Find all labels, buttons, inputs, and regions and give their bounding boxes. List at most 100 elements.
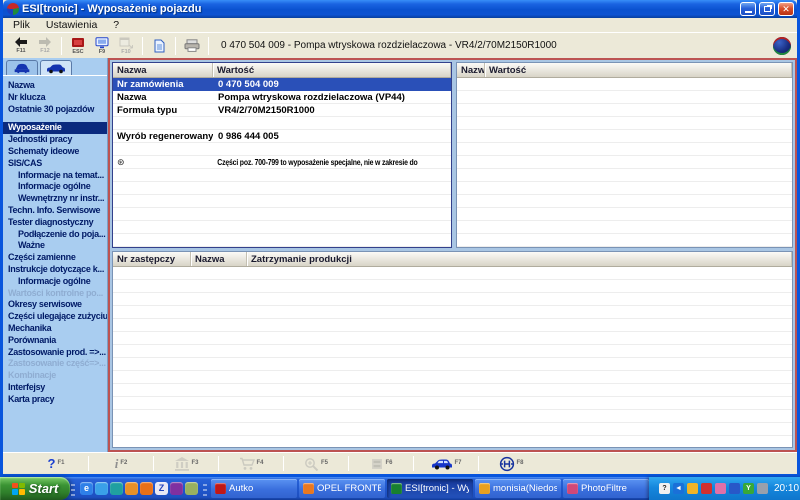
- forward-button[interactable]: F12: [33, 34, 57, 57]
- sidebar-item[interactable]: Zastosowanie część=>...: [3, 358, 107, 370]
- photo-editor-icon[interactable]: [185, 482, 198, 495]
- shopping-cart-button[interactable]: F4: [228, 454, 274, 473]
- taskbar-handle[interactable]: [71, 481, 75, 496]
- sidebar-item[interactable]: Karta pracy: [3, 394, 107, 406]
- sidebar-item[interactable]: Części zamienne: [3, 252, 107, 264]
- gadu-gadu-icon[interactable]: [687, 483, 698, 494]
- media-player-icon[interactable]: [170, 482, 183, 495]
- sidebar-item[interactable]: Nazwa: [3, 80, 107, 92]
- detach-window-button[interactable]: F10: [114, 34, 138, 57]
- column-header-nazwa[interactable]: Nazwa: [457, 63, 485, 77]
- menu-ustawienia[interactable]: Ustawienia: [38, 19, 105, 31]
- table-row[interactable]: [113, 143, 451, 156]
- help-icon: ?: [48, 457, 56, 470]
- escape-button[interactable]: ESC: [66, 34, 90, 57]
- antivirus-icon[interactable]: [701, 483, 712, 494]
- pink-app-icon[interactable]: [715, 483, 726, 494]
- vehicle-front-tab[interactable]: [6, 60, 38, 75]
- replacement-table-empty-rows: [113, 267, 792, 447]
- detach-window-icon: [119, 37, 133, 49]
- messenger-icon[interactable]: [95, 482, 108, 495]
- sidebar-item[interactable]: Kombinacje: [3, 370, 107, 382]
- nero-icon[interactable]: [110, 482, 123, 495]
- mail-icon: [479, 483, 490, 494]
- sidebar-item[interactable]: Nr klucza: [3, 92, 107, 104]
- sidebar-item[interactable]: Techn. Info. Serwisowe: [3, 205, 107, 217]
- replacement-table-header: Nr zastępczy Nazwa Zatrzymanie produkcji: [113, 252, 792, 267]
- sidebar-item[interactable]: Ostatnie 30 pojazdów: [3, 104, 107, 116]
- copy-document-button[interactable]: [147, 34, 171, 57]
- restore-button[interactable]: [759, 2, 775, 16]
- info-button[interactable]: i F2: [98, 454, 144, 473]
- table-row[interactable]: Wyrób regenerowany0 986 444 005: [113, 130, 451, 143]
- sidebar-item[interactable]: Tester diagnostyczny: [3, 217, 107, 229]
- bosch-button[interactable]: F8: [488, 454, 534, 473]
- sidebar-item[interactable]: Części ulegające zużyciu: [3, 311, 107, 323]
- table-row[interactable]: ⊛Części poz. 700-799 to wyposażenie spec…: [113, 156, 451, 169]
- sidebar-item[interactable]: Interfejsy: [3, 382, 107, 394]
- dealer-button[interactable]: F3: [163, 454, 209, 473]
- sidebar-item[interactable]: Jednostki pracy: [3, 134, 107, 146]
- sidebar-item[interactable]: SIS/CAS: [3, 158, 107, 170]
- sidebar-item[interactable]: Informacje ogólne: [3, 276, 107, 288]
- column-header-nazwa[interactable]: Nazwa: [191, 252, 247, 266]
- display-settings-icon[interactable]: [757, 483, 768, 494]
- taskbar-task[interactable]: PhotoFiltre: [563, 479, 649, 498]
- sidebar-item[interactable]: Instrukcje dotyczące k...: [3, 264, 107, 276]
- archive-button[interactable]: F6: [358, 454, 404, 473]
- close-button[interactable]: ✕: [778, 2, 794, 16]
- sidebar-item[interactable]: Informacje ogólne: [3, 181, 107, 193]
- windows-logo-icon: [12, 483, 25, 495]
- menu-plik[interactable]: Plik: [5, 19, 38, 31]
- taskbar-task[interactable]: OPEL FRONTERA ...: [299, 479, 385, 498]
- firefox-icon[interactable]: [140, 482, 153, 495]
- sidebar-item[interactable]: Schematy ideowe: [3, 146, 107, 158]
- back-button[interactable]: F11: [9, 34, 33, 57]
- sidebar-item[interactable]: Wyposażenie: [3, 122, 107, 134]
- vehicle-side-tab[interactable]: [40, 60, 72, 75]
- media-back-icon[interactable]: ◄: [673, 483, 684, 494]
- image-viewer-icon[interactable]: [125, 482, 138, 495]
- sidebar-item[interactable]: Wartości kontrolne po...: [3, 288, 107, 300]
- menu-help[interactable]: ?: [105, 19, 127, 31]
- sidebar-item[interactable]: Mechanika: [3, 323, 107, 335]
- sidebar-item[interactable]: Ważne: [3, 240, 107, 252]
- sidebar-item[interactable]: Informacje na temat...: [3, 170, 107, 182]
- table-row[interactable]: [113, 117, 451, 130]
- sidebar-item[interactable]: Porównania: [3, 335, 107, 347]
- taskbar-task[interactable]: Autko: [211, 479, 297, 498]
- taskbar-task[interactable]: ESI[tronic] - Wyp...: [387, 479, 473, 498]
- internet-explorer-icon[interactable]: e: [80, 482, 93, 495]
- sidebar-item[interactable]: Wewnętrzny nr instr...: [3, 193, 107, 205]
- print-button[interactable]: [180, 34, 204, 57]
- table-row[interactable]: Nr zamówienia0 470 504 009: [113, 78, 451, 91]
- column-header-wartosc[interactable]: Wartość: [485, 63, 792, 77]
- sidebar-item[interactable]: Podłączenie do poja...: [3, 229, 107, 241]
- start-button[interactable]: Start: [0, 477, 70, 500]
- column-header-nazwa[interactable]: Nazwa: [113, 63, 213, 77]
- clock[interactable]: 20:10: [774, 483, 799, 494]
- column-header-wartosc[interactable]: Wartość: [213, 63, 451, 77]
- network-green-icon[interactable]: Y: [743, 483, 754, 494]
- column-header-zatrzymanie[interactable]: Zatrzymanie produkcji: [247, 252, 792, 266]
- help-button[interactable]: ? F1: [33, 454, 79, 473]
- sidebar-item[interactable]: Okresy serwisowe: [3, 299, 107, 311]
- taskbar-task[interactable]: monisia(Niedostęp...: [475, 479, 561, 498]
- sidebar-item[interactable]: Zastosowanie prod. =>...: [3, 347, 107, 359]
- start-label: Start: [29, 481, 59, 496]
- column-header-nr-zastepczy[interactable]: Nr zastępczy: [113, 252, 191, 266]
- taskbar-handle[interactable]: [203, 481, 207, 496]
- table-row[interactable]: Formuła typuVR4/2/70M2150R1000: [113, 104, 451, 117]
- word-z-icon[interactable]: Z: [155, 482, 168, 495]
- printer-icon: [184, 39, 200, 52]
- vehicle-button[interactable]: F7: [423, 454, 469, 473]
- zoom-button[interactable]: F5: [293, 454, 339, 473]
- minimize-button[interactable]: [740, 2, 756, 16]
- usb-device-icon[interactable]: [729, 483, 740, 494]
- cart-icon: [239, 457, 255, 471]
- task-label: PhotoFiltre: [581, 483, 627, 494]
- vehicle-screen-button[interactable]: F9: [90, 34, 114, 57]
- input-indicator-icon[interactable]: ?: [659, 483, 670, 494]
- table-row[interactable]: NazwaPompa wtryskowa rozdzielaczowa (VP4…: [113, 91, 451, 104]
- system-tray: ?◄ Y 20:10: [649, 477, 800, 500]
